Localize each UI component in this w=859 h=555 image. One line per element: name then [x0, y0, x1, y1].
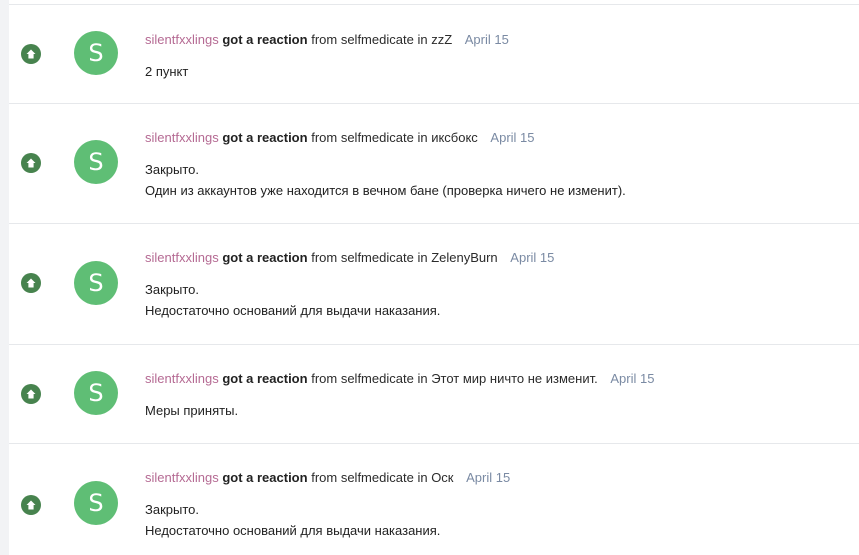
alert-date: April 15	[610, 371, 655, 386]
arrow-up-icon	[26, 389, 36, 399]
alert-content: silentfxxlings got a reaction from selfm…	[145, 470, 849, 541]
avatar[interactable]: S	[74, 481, 118, 525]
alerts-panel: S silentfxxlings got a reaction from sel…	[9, 0, 859, 555]
alert-date: April 15	[464, 32, 509, 47]
username-link[interactable]: silentfxxlings	[145, 130, 219, 145]
alert-snippet: 2 пункт	[145, 61, 849, 82]
alert-header: silentfxxlings got a reaction from selfm…	[145, 32, 849, 48]
action-text: got a reaction	[222, 130, 308, 145]
reactor-link[interactable]: selfmedicate	[341, 250, 414, 265]
in-text: in	[417, 371, 428, 386]
username-link[interactable]: silentfxxlings	[145, 470, 219, 485]
snippet-line: Недостаточно оснований для выдачи наказа…	[145, 303, 441, 318]
thread-link[interactable]: ZelenyBurn	[431, 250, 497, 265]
action-text: got a reaction	[222, 371, 308, 386]
from-text: from	[311, 130, 338, 145]
avatar[interactable]: S	[74, 140, 118, 184]
reaction-badge	[21, 273, 41, 293]
thread-link[interactable]: иксбокс	[431, 130, 478, 145]
alert-date: April 15	[490, 130, 535, 145]
reaction-badge	[21, 44, 41, 64]
avatar[interactable]: S	[74, 371, 118, 415]
alert-row[interactable]: S silentfxxlings got a reaction from sel…	[9, 104, 859, 224]
action-text: got a reaction	[222, 250, 308, 265]
username-link[interactable]: silentfxxlings	[145, 371, 219, 386]
in-text: in	[417, 250, 428, 265]
arrow-up-icon	[26, 49, 36, 59]
thread-link[interactable]: zzZ	[431, 32, 452, 47]
username-link[interactable]: silentfxxlings	[145, 250, 219, 265]
snippet-line: Закрыто.	[145, 502, 199, 517]
snippet-line: Закрыто.	[145, 162, 199, 177]
arrow-up-icon	[26, 158, 36, 168]
snippet-line: Недостаточно оснований для выдачи наказа…	[145, 523, 441, 538]
from-text: from	[311, 470, 338, 485]
alert-row[interactable]: S silentfxxlings got a reaction from sel…	[9, 444, 859, 555]
avatar[interactable]: S	[74, 261, 118, 305]
alert-content: silentfxxlings got a reaction from selfm…	[145, 250, 849, 321]
in-text: in	[417, 470, 428, 485]
alert-row[interactable]: S silentfxxlings got a reaction from sel…	[9, 5, 859, 104]
alert-snippet: Меры приняты.	[145, 400, 849, 421]
from-text: from	[311, 250, 338, 265]
alert-header: silentfxxlings got a reaction from selfm…	[145, 371, 849, 387]
in-text: in	[417, 130, 428, 145]
alert-header: silentfxxlings got a reaction from selfm…	[145, 470, 849, 486]
in-text: in	[417, 32, 428, 47]
reactor-link[interactable]: selfmedicate	[341, 371, 414, 386]
thread-link[interactable]: Этот мир ничто не изменит.	[431, 371, 598, 386]
arrow-up-icon	[26, 500, 36, 510]
alert-date: April 15	[510, 250, 555, 265]
alert-header: silentfxxlings got a reaction from selfm…	[145, 130, 849, 146]
from-text: from	[311, 32, 338, 47]
reactor-link[interactable]: selfmedicate	[341, 32, 414, 47]
alert-row[interactable]: S silentfxxlings got a reaction from sel…	[9, 224, 859, 345]
action-text: got a reaction	[222, 32, 308, 47]
alert-snippet: Закрыто. Один из аккаунтов уже находится…	[145, 159, 849, 201]
snippet-line: Закрыто.	[145, 282, 199, 297]
snippet-line: Один из аккаунтов уже находится в вечном…	[145, 183, 626, 198]
reactor-link[interactable]: selfmedicate	[341, 130, 414, 145]
avatar[interactable]: S	[74, 31, 118, 75]
username-link[interactable]: silentfxxlings	[145, 32, 219, 47]
arrow-up-icon	[26, 278, 36, 288]
alert-content: silentfxxlings got a reaction from selfm…	[145, 371, 849, 421]
reactor-link[interactable]: selfmedicate	[341, 470, 414, 485]
alert-content: silentfxxlings got a reaction from selfm…	[145, 32, 849, 82]
reaction-badge	[21, 495, 41, 515]
snippet-line: 2 пункт	[145, 64, 189, 79]
snippet-line: Меры приняты.	[145, 403, 239, 418]
alert-content: silentfxxlings got a reaction from selfm…	[145, 130, 849, 201]
reaction-badge	[21, 153, 41, 173]
alert-header: silentfxxlings got a reaction from selfm…	[145, 250, 849, 266]
from-text: from	[311, 371, 338, 386]
alert-snippet: Закрыто. Недостаточно оснований для выда…	[145, 499, 849, 541]
alert-snippet: Закрыто. Недостаточно оснований для выда…	[145, 279, 849, 321]
thread-link[interactable]: Оск	[431, 470, 453, 485]
alert-date: April 15	[466, 470, 511, 485]
action-text: got a reaction	[222, 470, 308, 485]
reaction-badge	[21, 384, 41, 404]
alert-row[interactable]: S silentfxxlings got a reaction from sel…	[9, 345, 859, 444]
